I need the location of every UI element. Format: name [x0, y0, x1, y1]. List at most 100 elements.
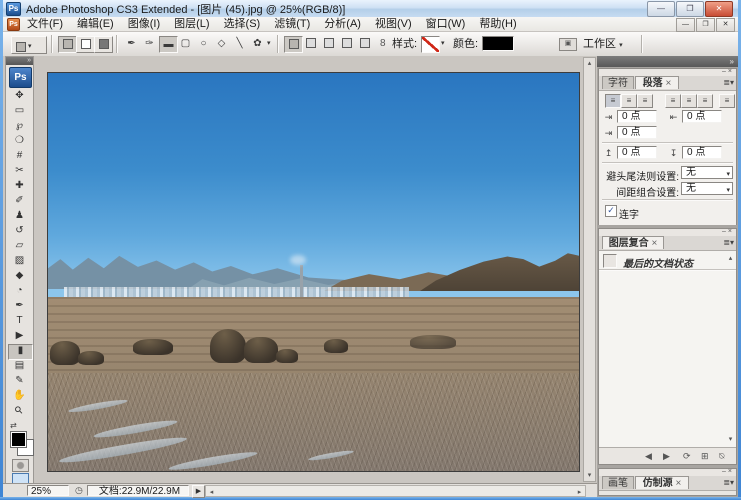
scroll-up-icon[interactable]: ▴	[584, 58, 595, 69]
path-selection-tool[interactable]: ▶	[8, 329, 31, 343]
tab-close-icon[interactable]: ×	[665, 78, 671, 89]
panel-close-icon[interactable]: ×	[728, 68, 734, 75]
menu-analysis[interactable]: 分析(A)	[317, 17, 368, 32]
doc-close-button[interactable]: ✕	[716, 18, 735, 32]
paths-mode-button[interactable]	[76, 36, 95, 53]
justify-last-left-button[interactable]: ≡	[665, 94, 681, 108]
lasso-tool[interactable]: ℘	[8, 119, 31, 133]
canvas-image[interactable]	[47, 72, 580, 472]
scroll-down-icon[interactable]: ▾	[584, 470, 595, 481]
title-bar[interactable]: Ps Adobe Photoshop CS3 Extended - [图片 (4…	[3, 0, 738, 18]
custom-shape-tool-button[interactable]: ✿	[249, 36, 266, 51]
justify-all-button[interactable]: ≡	[719, 94, 735, 108]
notes-tool[interactable]: ▤	[8, 359, 31, 373]
add-to-shape-button[interactable]	[284, 36, 303, 53]
indent-left-field[interactable]: 0 点	[617, 110, 657, 123]
next-comp-button[interactable]: ▶	[663, 451, 670, 462]
doc-restore-button[interactable]: ❐	[696, 18, 715, 32]
rounded-rectangle-tool-button[interactable]: ▢	[177, 36, 194, 51]
clone-stamp-tool[interactable]: ♟	[8, 209, 31, 223]
scroll-right-icon[interactable]: ▸	[574, 487, 585, 498]
foreground-color-swatch[interactable]	[10, 431, 27, 448]
shape-options-chevron-icon[interactable]: ▾	[267, 36, 271, 52]
pen-tool[interactable]: ✒	[8, 299, 31, 313]
brush-tool[interactable]: ✐	[8, 194, 31, 208]
indent-right-field[interactable]: 0 点	[682, 110, 722, 123]
menu-window[interactable]: 窗口(W)	[419, 17, 473, 32]
previous-comp-button[interactable]: ◀	[645, 451, 652, 462]
update-comp-button[interactable]: ⟳	[683, 451, 691, 462]
eraser-tool[interactable]: ▱	[8, 239, 31, 253]
panel-menu-icon[interactable]: ≣	[723, 78, 730, 87]
minimize-button[interactable]: —	[647, 1, 675, 17]
mojikumi-select[interactable]: 无▾	[681, 182, 733, 195]
horizontal-scrollbar[interactable]: ◂ ▸	[205, 485, 586, 497]
scroll-left-icon[interactable]: ◂	[206, 487, 217, 498]
tool-preset-picker[interactable]: ▾	[11, 36, 47, 54]
shape-layers-mode-button[interactable]	[58, 36, 77, 53]
eyedropper-tool[interactable]: ✎	[8, 374, 31, 388]
align-left-button[interactable]: ≡	[605, 94, 621, 108]
align-center-button[interactable]: ≡	[621, 94, 637, 108]
panel-menu-icon[interactable]: ≣	[723, 478, 730, 487]
align-right-button[interactable]: ≡	[637, 94, 653, 108]
ellipse-tool-button[interactable]: ○	[195, 36, 212, 51]
document-size-info[interactable]: 文档:22.9M/22.9M	[87, 485, 189, 496]
justify-last-center-button[interactable]: ≡	[681, 94, 697, 108]
justify-last-right-button[interactable]: ≡	[697, 94, 713, 108]
layer-comp-item[interactable]: 最后的文档状态	[623, 255, 693, 270]
menu-layer[interactable]: 图层(L)	[167, 17, 216, 32]
scroll-up-icon[interactable]: ▴	[725, 253, 736, 264]
healing-brush-tool[interactable]: ✚	[8, 179, 31, 193]
vertical-scrollbar[interactable]: ▴ ▾	[583, 57, 596, 482]
menu-select[interactable]: 选择(S)	[217, 17, 268, 32]
tab-brushes[interactable]: 画笔	[602, 476, 634, 489]
tab-clone-source[interactable]: 仿制源 ×	[635, 476, 689, 489]
combine-shape-button[interactable]	[356, 36, 373, 51]
menu-edit[interactable]: 编辑(E)	[70, 17, 121, 32]
panel-menu-icon[interactable]: ≣	[723, 238, 730, 247]
zoom-tool[interactable]: ⚲	[8, 404, 31, 418]
kinsoku-select[interactable]: 无▾	[681, 166, 733, 179]
tab-paragraph[interactable]: 段落 ×	[635, 76, 679, 89]
panel-close-icon[interactable]: ×	[728, 228, 734, 235]
menu-image[interactable]: 图像(I)	[121, 17, 167, 32]
pen-tool-button[interactable]: ✒	[123, 36, 140, 51]
hand-tool[interactable]: ✋	[8, 389, 31, 403]
tab-close-icon[interactable]: ×	[675, 478, 681, 489]
rectangle-tool[interactable]: ▮	[8, 344, 33, 360]
exclude-shape-button[interactable]	[338, 36, 355, 51]
layer-comp-apply-box[interactable]	[603, 254, 617, 268]
workspace-button[interactable]: 工作区 ▾	[583, 36, 623, 52]
rectangle-tool-button[interactable]: ▬	[159, 36, 178, 53]
panel-close-icon[interactable]: ×	[728, 468, 734, 475]
toolbox-collapse-button[interactable]: »	[6, 57, 33, 65]
doc-minimize-button[interactable]: —	[676, 18, 695, 32]
history-brush-tool[interactable]: ↺	[8, 224, 31, 238]
blur-tool[interactable]: ◆	[8, 269, 31, 283]
slice-tool[interactable]: ✂	[8, 164, 31, 178]
new-comp-button[interactable]: ⊞	[701, 451, 709, 462]
tab-layer-comps[interactable]: 图层复合 ×	[602, 236, 664, 249]
move-tool[interactable]: ✥	[8, 89, 31, 103]
tab-close-icon[interactable]: ×	[651, 238, 657, 249]
dock-collapse-button[interactable]: »	[597, 56, 738, 67]
menu-file[interactable]: 文件(F)	[20, 17, 70, 32]
fill-pixels-mode-button[interactable]	[94, 36, 113, 53]
quick-mask-button[interactable]	[12, 459, 29, 472]
space-after-field[interactable]: 0 点	[682, 146, 722, 159]
delete-comp-button[interactable]: ⍉	[719, 451, 724, 462]
scroll-down-icon[interactable]: ▾	[725, 434, 736, 445]
intersect-shape-button[interactable]	[320, 36, 337, 51]
close-button[interactable]: ✕	[705, 1, 733, 17]
freeform-pen-tool-button[interactable]: ✑	[141, 36, 158, 51]
menu-view[interactable]: 视图(V)	[368, 17, 419, 32]
style-chevron-icon[interactable]: ▾	[441, 36, 445, 52]
hyphenate-checkbox[interactable]: ✓	[605, 205, 617, 217]
maximize-button[interactable]: ❐	[676, 1, 704, 17]
status-menu-button[interactable]: ▶	[192, 485, 205, 498]
zoom-level-field[interactable]: 25%	[27, 485, 69, 496]
type-tool[interactable]: T	[8, 314, 31, 328]
style-swatch[interactable]	[421, 36, 440, 53]
color-swatch[interactable]	[482, 36, 514, 51]
